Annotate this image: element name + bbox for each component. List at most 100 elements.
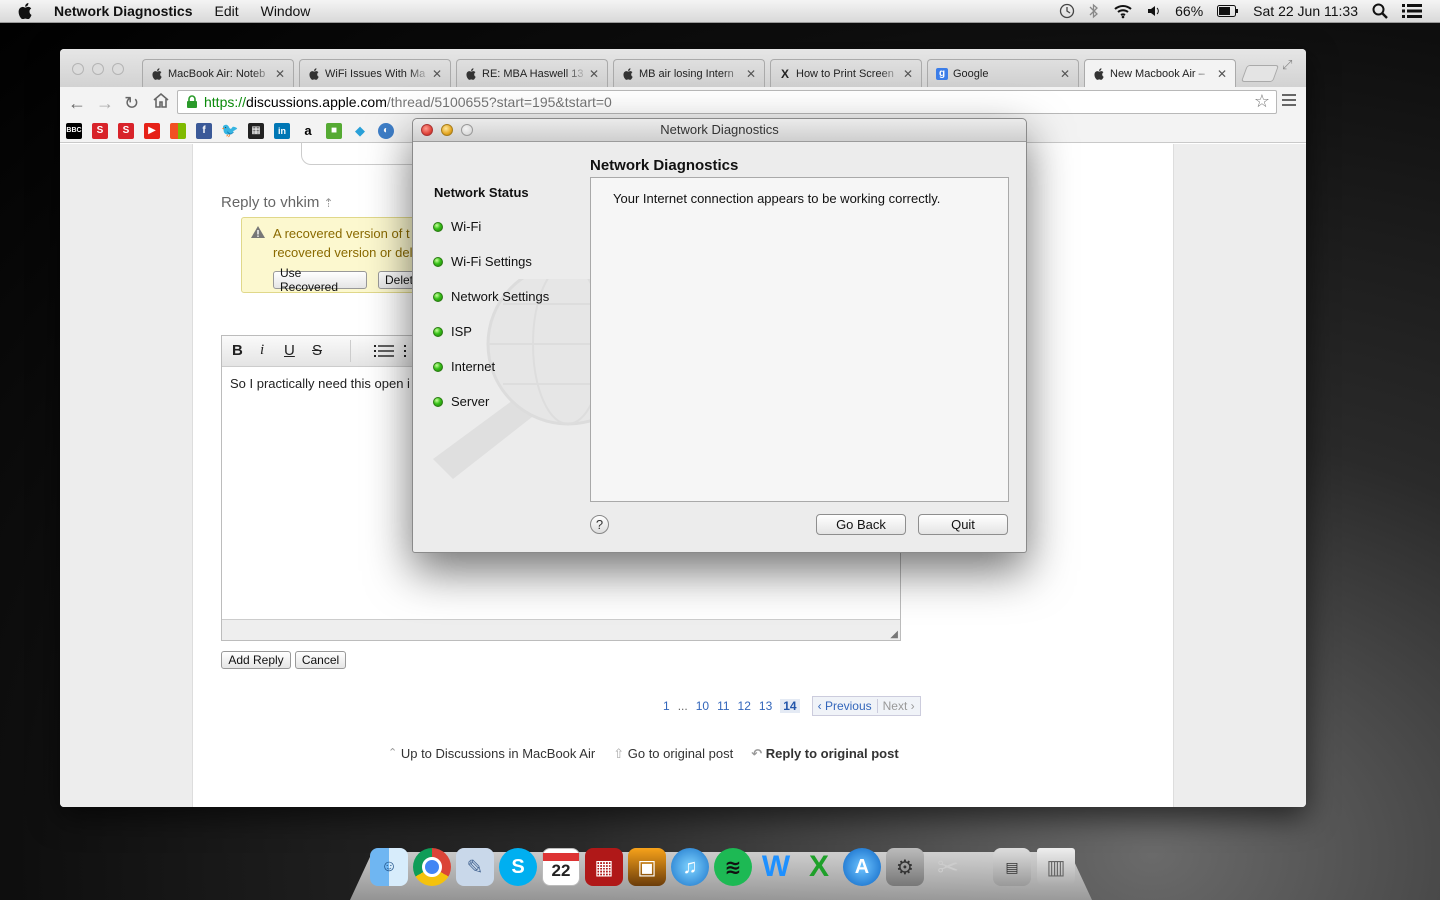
excel-icon[interactable]: X	[800, 848, 838, 886]
tab-close-icon[interactable]: ✕	[587, 67, 601, 81]
page-link-1[interactable]: 1	[663, 699, 670, 713]
spotify-icon[interactable]: ≋	[714, 848, 752, 886]
status-item-wifi-settings[interactable]: Wi-Fi Settings	[433, 254, 532, 269]
utilities-icon[interactable]: ✂	[929, 848, 967, 886]
bold-button[interactable]: B	[232, 342, 243, 359]
go-to-original-link[interactable]: ⇧ Go to original post	[613, 746, 733, 762]
network-icon[interactable]: ▤	[993, 848, 1031, 886]
window-menu[interactable]: Window	[261, 3, 311, 19]
fullscreen-icon[interactable]: ⤢	[1282, 57, 1292, 73]
calendar-icon[interactable]: 22	[542, 848, 580, 886]
preview-icon[interactable]: ✎	[456, 848, 494, 886]
help-button[interactable]: ?	[590, 515, 609, 534]
wifi-icon[interactable]	[1113, 3, 1133, 19]
numbered-list-icon[interactable]	[404, 344, 410, 362]
add-reply-button[interactable]: Add Reply	[221, 651, 291, 669]
app-menu[interactable]: Network Diagnostics	[54, 3, 192, 19]
bird-bookmark-icon[interactable]: ◆	[352, 123, 368, 139]
skype-icon[interactable]: S	[499, 848, 537, 886]
finder-icon[interactable]: ☺	[370, 848, 408, 886]
page-link-10[interactable]: 10	[696, 699, 709, 713]
status-item-wifi[interactable]: Wi-Fi	[433, 219, 481, 234]
scribd-bookmark-icon[interactable]: S	[92, 122, 108, 139]
minimize-window-button[interactable]	[92, 63, 104, 75]
up-to-discussions-link[interactable]: ⌃ Up to Discussions in MacBook Air	[388, 746, 595, 762]
tab-close-icon[interactable]: ✕	[1215, 67, 1229, 81]
reload-icon[interactable]: ↻	[124, 93, 139, 114]
tab-close-icon[interactable]: ✕	[430, 67, 444, 81]
dialog-close-button[interactable]	[421, 124, 433, 136]
status-item-server[interactable]: Server	[433, 394, 489, 409]
amazon-bookmark-icon[interactable]: a	[300, 123, 316, 139]
bullet-list-icon[interactable]	[374, 344, 394, 362]
italic-button[interactable]: i	[260, 342, 264, 359]
globe-bookmark-icon[interactable]: ◐	[378, 122, 394, 139]
bookmark-star-icon[interactable]: ☆	[1254, 91, 1270, 112]
cancel-button[interactable]: Cancel	[295, 651, 346, 669]
tab-wifi-issues[interactable]: WiFi Issues With Ma ✕	[299, 59, 451, 87]
itunes-icon[interactable]: ♫	[671, 848, 709, 886]
clock[interactable]: Sat 22 Jun 11:33	[1253, 3, 1358, 19]
address-bar[interactable]: https:// discussions.apple.com /thread/5…	[177, 90, 1277, 114]
forward-icon[interactable]: →	[96, 93, 114, 114]
back-icon[interactable]: ←	[68, 93, 86, 114]
twitter-bookmark-icon[interactable]: 🐦	[221, 122, 238, 139]
edit-menu[interactable]: Edit	[214, 3, 238, 19]
reply-to-original-link[interactable]: ↶ Reply to original post	[751, 746, 898, 762]
microsoft-bookmark-icon[interactable]	[170, 122, 186, 139]
facebook-bookmark-icon[interactable]: f	[196, 122, 212, 139]
close-window-button[interactable]	[72, 63, 84, 75]
tab-mba-haswell[interactable]: RE: MBA Haswell 13 ✕	[456, 59, 608, 87]
word-icon[interactable]: W	[757, 848, 795, 886]
volume-icon[interactable]	[1147, 4, 1161, 18]
status-item-internet[interactable]: Internet	[433, 359, 495, 374]
spotlight-icon[interactable]	[1372, 3, 1388, 19]
tab-new-macbook-air[interactable]: New Macbook Air – ✕	[1084, 59, 1236, 87]
tab-close-icon[interactable]: ✕	[901, 67, 915, 81]
zoom-window-button[interactable]	[112, 63, 124, 75]
go-back-button[interactable]: Go Back	[816, 514, 906, 535]
underline-button[interactable]: U	[284, 342, 295, 359]
next-link[interactable]: Next ›	[876, 699, 920, 713]
ebuyer-bookmark-icon[interactable]: ■	[326, 122, 342, 139]
scribd-bookmark-icon-2[interactable]: S	[118, 122, 134, 139]
youtube-bookmark-icon[interactable]: ▶	[144, 122, 160, 139]
battery-percent[interactable]: 66%	[1175, 3, 1203, 19]
previous-link[interactable]: ‹ Previous	[813, 699, 877, 713]
tab-macbook-air[interactable]: MacBook Air: Noteb ✕	[142, 59, 294, 87]
quit-button[interactable]: Quit	[918, 514, 1008, 535]
iphoto-icon[interactable]: ▣	[628, 848, 666, 886]
bbc-bookmark-icon[interactable]: BBC	[66, 122, 82, 139]
status-item-isp[interactable]: ISP	[433, 324, 472, 339]
strikethrough-button[interactable]: S	[312, 342, 322, 359]
tab-close-icon[interactable]: ✕	[1058, 67, 1072, 81]
photo-booth-icon[interactable]: ▦	[585, 848, 623, 886]
use-recovered-button[interactable]: Use Recovered	[273, 266, 367, 294]
page-link-13[interactable]: 13	[759, 699, 772, 713]
status-item-network-settings[interactable]: Network Settings	[433, 289, 549, 304]
home-icon[interactable]	[152, 91, 170, 114]
chrome-menu-icon[interactable]	[1282, 93, 1296, 112]
time-machine-icon[interactable]	[1059, 3, 1075, 19]
new-tab-button[interactable]	[1240, 65, 1280, 82]
tab-mb-air-losing-internet[interactable]: MB air losing Intern ✕	[613, 59, 765, 87]
battery-icon[interactable]	[1217, 5, 1239, 17]
dialog-minimize-button[interactable]	[441, 124, 453, 136]
system-preferences-icon[interactable]: ⚙	[886, 848, 924, 886]
tab-close-icon[interactable]: ✕	[744, 67, 758, 81]
tab-close-icon[interactable]: ✕	[273, 67, 287, 81]
resize-handle-icon[interactable]: ◢	[890, 629, 898, 640]
apple-menu-icon[interactable]	[18, 3, 36, 19]
tab-google[interactable]: g Google ✕	[927, 59, 1079, 87]
dialog-zoom-button[interactable]	[461, 124, 473, 136]
bluetooth-icon[interactable]	[1089, 3, 1099, 19]
linkedin-bookmark-icon[interactable]: in	[274, 122, 290, 139]
trash-icon[interactable]: ▥	[1037, 848, 1075, 886]
page-link-12[interactable]: 12	[738, 699, 751, 713]
notification-center-icon[interactable]	[1402, 3, 1422, 19]
pinterest-bookmark-icon[interactable]: ▦	[248, 122, 264, 139]
chrome-icon[interactable]	[413, 848, 451, 886]
page-link-11[interactable]: 11	[717, 699, 729, 713]
app-store-icon[interactable]: A	[843, 848, 881, 886]
tab-print-screen[interactable]: X How to Print Screen ✕	[770, 59, 922, 87]
